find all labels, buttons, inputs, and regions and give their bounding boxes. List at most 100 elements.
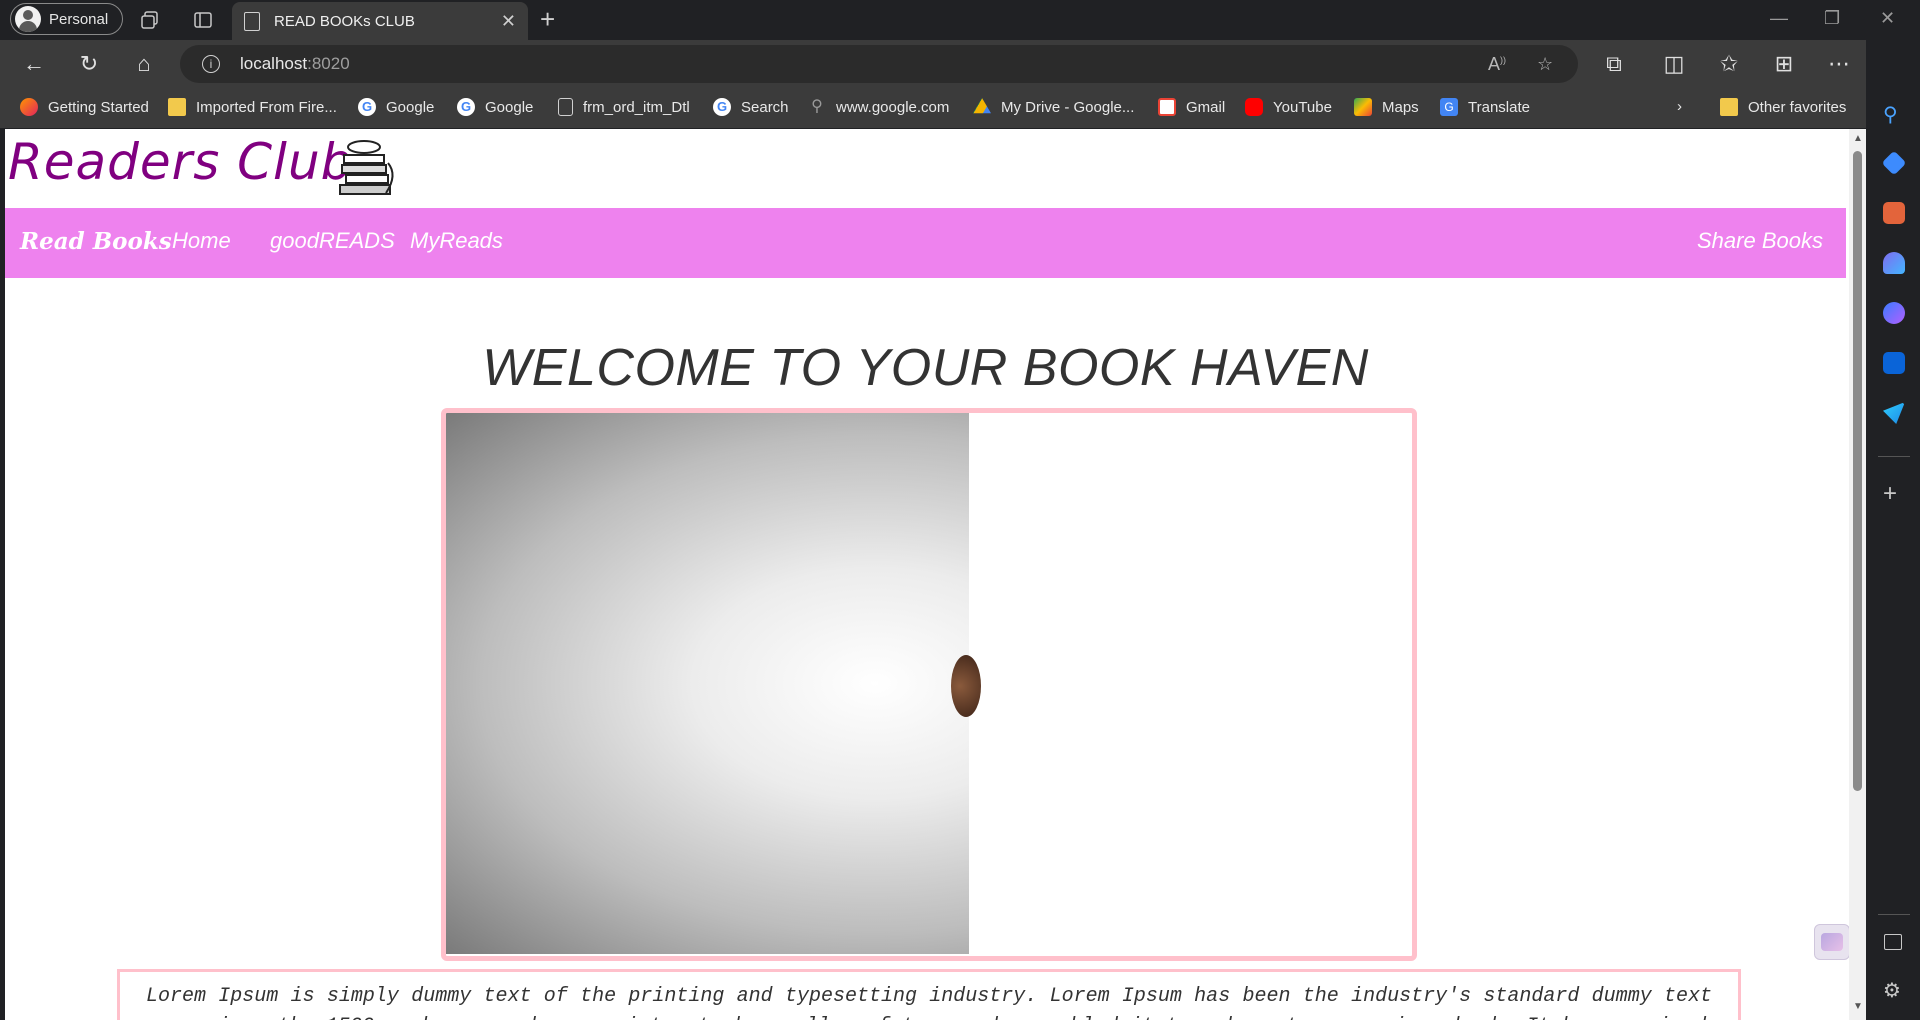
search-icon: ⚲ — [811, 98, 823, 115]
favorite-label: Google — [485, 98, 534, 116]
profile-button[interactable]: Personal — [10, 3, 124, 35]
favorite-translate[interactable]: G Translate — [1440, 98, 1530, 116]
home-icon[interactable]: ⌂ — [130, 50, 158, 78]
site-info-icon[interactable]: i — [202, 55, 220, 73]
favorite-label: Google — [386, 98, 435, 116]
favorite-google-1[interactable]: G Google — [358, 98, 434, 116]
favorite-www-google[interactable]: ⚲ www.google.com — [808, 98, 949, 116]
firefox-icon — [20, 98, 38, 116]
youtube-icon — [1245, 98, 1263, 116]
back-arrow-icon[interactable]: ← — [20, 50, 48, 78]
favorites-overflow-chevron-icon[interactable]: › — [1677, 98, 1682, 115]
slider-image — [446, 413, 981, 954]
microsoft365-icon[interactable] — [1883, 302, 1905, 324]
main-menu-bar: Read Books Home goodREADS MyReads Share … — [5, 208, 1846, 278]
menu-goodreads[interactable]: goodREADS — [270, 228, 395, 254]
favorite-gmail[interactable]: Gmail — [1158, 98, 1225, 116]
address-bar[interactable]: i localhost:8020 A)) ☆ — [180, 45, 1578, 83]
page-viewport: Readers Club Read Books Home goodREADS M… — [5, 129, 1866, 1020]
google-icon: G — [713, 98, 731, 116]
settings-gear-icon[interactable]: ⚙ — [1883, 978, 1901, 1003]
favorite-frm-ord-itm-dtl[interactable]: frm_ord_itm_Dtl — [558, 98, 690, 116]
gmail-icon — [1158, 98, 1176, 116]
floating-assistant-button[interactable] — [1814, 924, 1850, 960]
google-icon: G — [457, 98, 475, 116]
favorite-label: YouTube — [1273, 98, 1332, 116]
favorite-star-icon[interactable]: ☆ — [1537, 54, 1553, 75]
page-icon — [244, 11, 260, 31]
favorite-label: frm_ord_itm_Dtl — [583, 98, 690, 116]
favorite-label: Translate — [1468, 98, 1530, 116]
profile-label: Personal — [49, 10, 109, 28]
scroll-up-arrow-icon[interactable]: ▲ — [1853, 133, 1863, 144]
favorite-label: Gmail — [1186, 98, 1226, 116]
restore-button[interactable]: ❐ — [1824, 8, 1840, 29]
url-port: :8020 — [307, 54, 350, 73]
tab-title: READ BOOKs CLUB — [274, 12, 415, 30]
add-sidebar-app-icon[interactable]: + — [1883, 480, 1897, 508]
favorites-bar: Getting Started Imported From Fire... GG… — [0, 88, 1920, 128]
outlook-icon[interactable] — [1883, 352, 1905, 374]
drive-icon — [973, 98, 991, 114]
book-stack-logo-icon — [339, 140, 394, 195]
split-screen-icon[interactable]: ◫ — [1660, 50, 1688, 78]
close-window-button[interactable]: ✕ — [1880, 8, 1895, 29]
favorite-my-drive[interactable]: My Drive - Google... — [973, 98, 1134, 116]
favorites-icon[interactable]: ✩ — [1715, 50, 1743, 78]
hide-sidebar-icon[interactable] — [1884, 934, 1902, 950]
menu-myreads[interactable]: MyReads — [410, 228, 503, 254]
favorite-label: Other favorites — [1748, 98, 1847, 116]
favorite-label: My Drive - Google... — [1001, 98, 1135, 116]
image-slider[interactable] — [441, 408, 1417, 961]
navigation-bar: ← ↻ ⌂ i localhost:8020 A)) ☆ ⧉ ◫ ✩ ⊞ ⋯ — [0, 40, 1920, 88]
read-aloud-icon[interactable]: A)) — [1488, 54, 1506, 75]
sidebar-divider — [1878, 456, 1910, 457]
avatar-icon — [15, 6, 41, 32]
sidebar-divider — [1878, 914, 1910, 915]
search-icon[interactable]: ⚲ — [1883, 102, 1905, 126]
collections-icon[interactable]: ⊞ — [1770, 50, 1798, 78]
welcome-heading: WELCOME TO YOUR BOOK HAVEN — [482, 339, 1369, 397]
title-bar: Personal READ BOOKs CLUB ✕ + — ❐ ✕ — [0, 0, 1920, 40]
refresh-icon[interactable]: ↻ — [75, 50, 103, 78]
url-host: localhost — [240, 54, 308, 73]
translate-icon: G — [1440, 98, 1458, 116]
menu-home[interactable]: Home — [172, 228, 231, 254]
shopping-tag-icon[interactable] — [1881, 150, 1907, 176]
menu-read-books[interactable]: Read Books — [20, 228, 172, 255]
send-icon[interactable] — [1883, 402, 1905, 424]
folder-icon — [168, 98, 186, 116]
games-icon[interactable] — [1883, 252, 1905, 274]
favorite-other-favorites[interactable]: Other favorites — [1720, 98, 1846, 116]
favorite-youtube[interactable]: YouTube — [1245, 98, 1332, 116]
site-header: Readers Club — [5, 129, 1845, 208]
tools-briefcase-icon[interactable] — [1883, 202, 1905, 224]
site-brand-title: Readers Club — [8, 133, 354, 191]
new-tab-button[interactable]: + — [540, 6, 555, 32]
favorite-getting-started[interactable]: Getting Started — [20, 98, 149, 116]
favorite-imported-folder[interactable]: Imported From Fire... — [168, 98, 337, 116]
edge-sidebar: ⚲ + ⚙ — [1866, 40, 1920, 1020]
more-menu-icon[interactable]: ⋯ — [1825, 50, 1853, 78]
favorite-label: Search — [741, 98, 789, 116]
favorite-google-2[interactable]: G Google — [457, 98, 533, 116]
tab-read-books-club[interactable]: READ BOOKs CLUB ✕ — [232, 2, 528, 40]
scrollbar-thumb[interactable] — [1853, 151, 1862, 791]
menu-share-books[interactable]: Share Books — [1697, 228, 1823, 254]
page-scrollbar[interactable]: ▲ ▼ — [1849, 129, 1866, 1020]
extensions-icon[interactable]: ⧉ — [1600, 50, 1628, 78]
minimize-button[interactable]: — — [1770, 8, 1788, 29]
page-icon — [558, 98, 573, 116]
scroll-down-arrow-icon[interactable]: ▼ — [1853, 1001, 1863, 1012]
favorite-label: Imported From Fire... — [196, 98, 337, 116]
favorite-search[interactable]: G Search — [713, 98, 789, 116]
favorite-label: Getting Started — [48, 98, 149, 116]
favorite-maps[interactable]: Maps — [1354, 98, 1419, 116]
maps-icon — [1354, 98, 1372, 116]
hand-holding-book-image — [951, 655, 981, 717]
close-tab-icon[interactable]: ✕ — [501, 11, 516, 32]
assistant-icon — [1821, 933, 1843, 951]
tab-actions-icon[interactable] — [191, 8, 215, 32]
intro-text-box: Lorem Ipsum is simply dummy text of the … — [117, 969, 1741, 1020]
workspaces-icon[interactable] — [138, 8, 162, 32]
